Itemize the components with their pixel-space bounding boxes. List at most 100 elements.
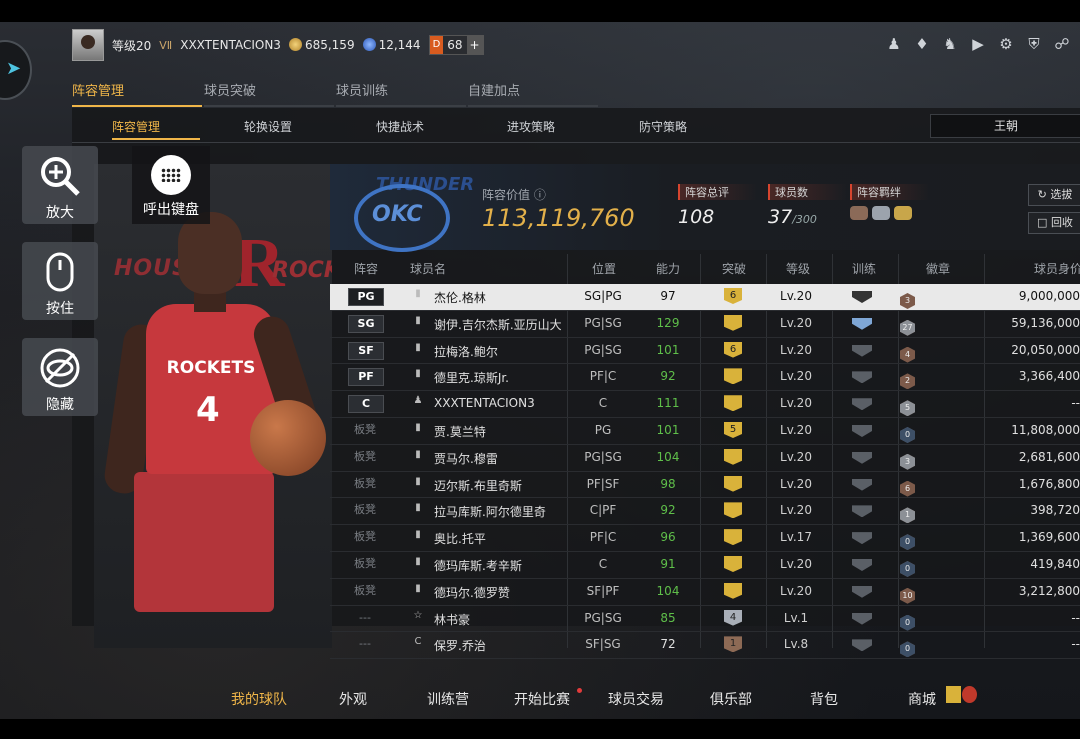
- table-row[interactable]: ---☆林书豪PG|SG854Lv.16000--: [330, 606, 1080, 633]
- player-position: C: [598, 396, 608, 411]
- nav-club[interactable]: 俱乐部: [710, 689, 752, 709]
- player-ability: 129: [656, 315, 680, 330]
- zoom-button[interactable]: 放大: [22, 146, 98, 224]
- tab-lineup[interactable]: 阵容管理: [72, 80, 202, 107]
- player-value: --: [1071, 396, 1080, 411]
- subtab-quick-tactics[interactable]: 快捷战术: [376, 118, 424, 135]
- hold-label: 按住: [46, 301, 74, 317]
- player-level: Lv.20: [780, 342, 812, 357]
- player-type-icon: ▮: [415, 368, 421, 380]
- table-row[interactable]: ---C保罗.乔治SF|SG721Lv.800--: [330, 632, 1080, 660]
- subtab-offense[interactable]: 进攻策略: [507, 118, 555, 135]
- table-row[interactable]: 板凳▮奥比.托平PF|C96Lv.17501,369,600: [330, 525, 1080, 552]
- nav-my-team[interactable]: 我的球队: [231, 689, 287, 709]
- table-row[interactable]: PG ▮ 杰伦.格林 SG|PG 97 6 Lv.20 3 9,000,000: [330, 284, 1080, 311]
- bond-icons[interactable]: [850, 206, 929, 220]
- gear-icon[interactable]: ⚙: [998, 36, 1014, 52]
- lineup-position: PG: [348, 288, 384, 306]
- lineup-bonds: 阵容羁绊: [850, 184, 929, 220]
- active-subtab-indicator: [112, 138, 200, 140]
- notification-dot: [577, 688, 582, 693]
- lineup-position: PF: [348, 368, 384, 387]
- table-row[interactable]: 板凳 ▮ 迈尔斯.布里奇斯 PF|SF 98 Lv.20 6 1,676,800: [330, 472, 1080, 499]
- player-position: C: [598, 556, 608, 571]
- headset-icon[interactable]: ☍: [1054, 36, 1070, 52]
- player-level: Lv.20: [780, 449, 812, 464]
- header-lineup: 阵容: [354, 262, 379, 276]
- hold-button[interactable]: 按住: [22, 242, 98, 320]
- friends-icon[interactable]: ♞: [942, 36, 958, 52]
- nav-appearance[interactable]: 外观: [339, 689, 367, 709]
- bell-icon[interactable]: ♦: [914, 36, 930, 52]
- back-button[interactable]: ➤: [0, 40, 32, 100]
- nav-start-game[interactable]: 开始比赛: [514, 689, 570, 709]
- player-name: 拉马库斯.阿尔德里奇: [434, 505, 546, 520]
- nav-player-trade[interactable]: 球员交易: [608, 689, 664, 709]
- tab-custom-points[interactable]: 自建加点: [468, 80, 598, 107]
- subtab-lineup[interactable]: 阵容管理: [112, 118, 160, 135]
- header-training: 训练: [852, 262, 877, 276]
- player-level: Lv.20: [780, 369, 812, 384]
- table-row[interactable]: 板凳▮德玛库斯.考辛斯C91Lv.2010419,840: [330, 552, 1080, 579]
- player-value: 398,720: [1030, 503, 1080, 518]
- gold-currency: 685,159: [288, 38, 355, 52]
- help-icon[interactable]: ⓘ: [534, 188, 546, 202]
- nav-store[interactable]: 商城: [908, 689, 936, 709]
- table-row[interactable]: 板凳▮贾马尔.穆雷PG|SG104Lv.201632,681,600: [330, 445, 1080, 472]
- jersey-text: ROCKETS: [166, 358, 256, 378]
- profile-icon[interactable]: ♟: [886, 36, 902, 52]
- player-value: 3,366,400: [1018, 369, 1080, 384]
- table-row[interactable]: 板凳 ▮ 德玛尔.德罗赞 SF|PF 104 Lv.20 10 3,212,800: [330, 579, 1080, 606]
- tab-breakthrough[interactable]: 球员突破: [204, 80, 334, 107]
- player-position: C|PF: [589, 503, 617, 518]
- player-ability: 92: [660, 369, 676, 384]
- player-level: Lv.20: [780, 503, 812, 518]
- table-row[interactable]: SG▮谢伊.吉尔杰斯.亚历山大PG|SG129Lv.20102759,136,0…: [330, 311, 1080, 338]
- recycle-button[interactable]: □ 回收: [1028, 212, 1080, 234]
- lineup-value: 113,119,760: [482, 204, 635, 232]
- hide-button[interactable]: 隐藏: [22, 338, 98, 416]
- gold-coin-icon: [288, 38, 302, 51]
- lineup-position: ---: [359, 637, 371, 651]
- dynasty-selector[interactable]: 王朝: [930, 114, 1080, 138]
- player-position: PF|C: [589, 530, 617, 545]
- player-type-icon: ▮: [415, 502, 421, 514]
- nav-training-camp[interactable]: 训练营: [427, 689, 469, 709]
- subtab-defense[interactable]: 防守策略: [639, 118, 687, 135]
- add-tickets-button[interactable]: +: [466, 36, 483, 54]
- ticket-amount: 68: [447, 38, 463, 52]
- tab-training[interactable]: 球员训练: [336, 80, 466, 107]
- player-ability: 85: [660, 610, 676, 625]
- lineup-position: ---: [359, 610, 371, 624]
- lineup-position: SG: [348, 314, 384, 333]
- table-row[interactable]: C♟XXXTENTACION3C111Lv.2035--: [330, 391, 1080, 418]
- player-value: 59,136,000: [1011, 315, 1080, 330]
- lineup-position: 板凳: [354, 476, 376, 490]
- player-name: 德玛库斯.考辛斯: [434, 558, 522, 573]
- player-name: 保罗.乔治: [434, 639, 486, 654]
- player-ability: 92: [660, 503, 676, 518]
- table-row[interactable]: SF ▮ 拉梅洛.鲍尔 PG|SG 101 6 Lv.20 4 20,050,000: [330, 338, 1080, 365]
- player-ability: 98: [660, 476, 676, 491]
- select-button[interactable]: ↻ 选拔: [1028, 184, 1080, 206]
- keyboard-icon: [151, 155, 191, 195]
- table-row[interactable]: 板凳▮拉马库斯.阿尔德里奇C|PF92Lv.2031398,720: [330, 498, 1080, 526]
- zoom-label: 放大: [46, 205, 74, 221]
- table-row[interactable]: 板凳▮贾.莫兰特PG1015Lv.20240011,808,000: [330, 418, 1080, 445]
- breakthrough-icon: [724, 395, 742, 412]
- player-ability: 104: [656, 449, 680, 464]
- eye-slash-icon: [40, 348, 80, 388]
- shield-icon[interactable]: ⛨: [1026, 36, 1042, 52]
- player-ability: 104: [656, 583, 680, 598]
- video-icon[interactable]: ▶: [970, 36, 986, 52]
- player-level: Lv.20: [780, 476, 812, 491]
- subtab-rotation[interactable]: 轮换设置: [244, 118, 292, 135]
- keyboard-button[interactable]: 呼出键盘: [132, 146, 210, 224]
- badge-icon: 6: [900, 480, 915, 497]
- badge-icon: 1: [900, 507, 915, 524]
- nav-backpack[interactable]: 背包: [810, 689, 838, 709]
- table-row[interactable]: PF ▮ 德里克.琼斯Jr. PF|C 92 Lv.20 2 3,366,400: [330, 364, 1080, 392]
- hide-label: 隐藏: [46, 397, 74, 413]
- lineup-position: 板凳: [354, 556, 376, 570]
- avatar[interactable]: [72, 29, 104, 61]
